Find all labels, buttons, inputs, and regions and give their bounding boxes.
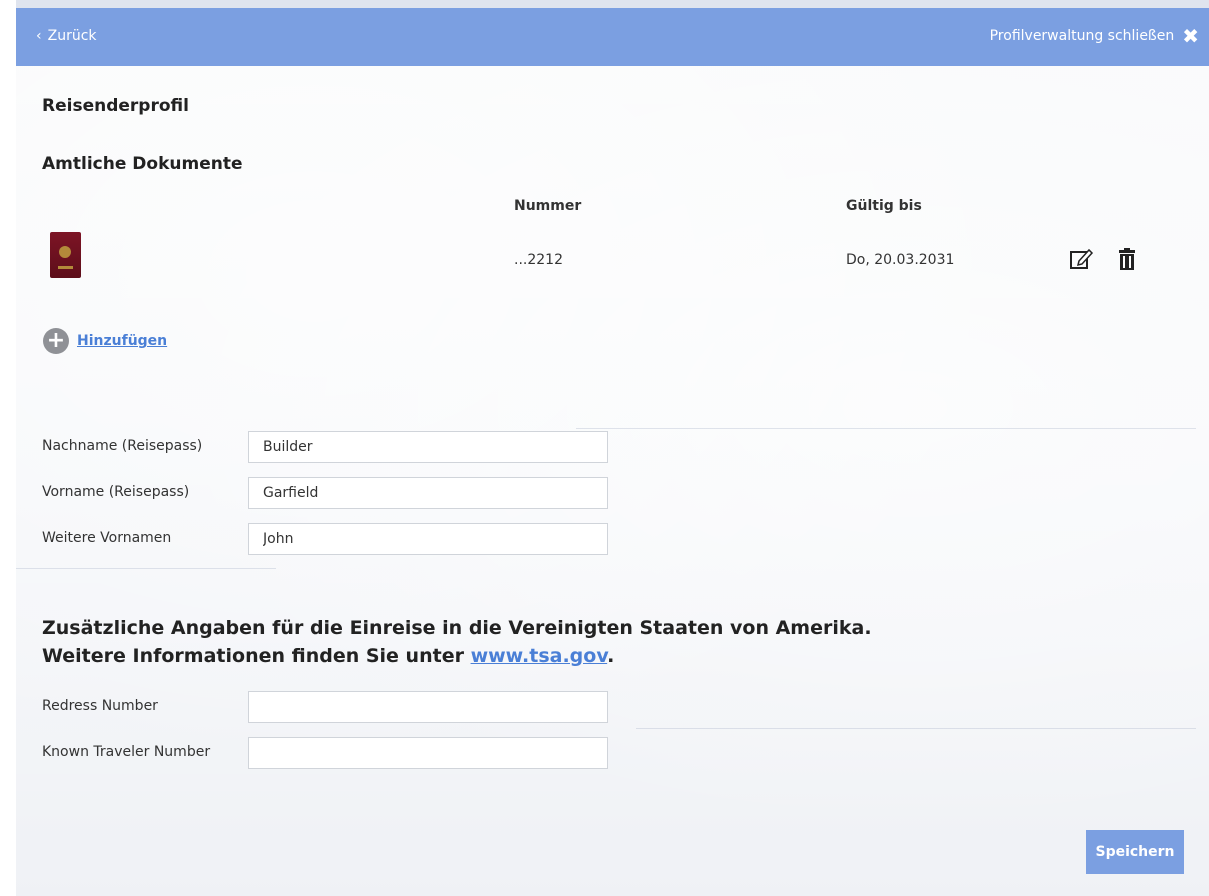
add-document-row[interactable]: + Hinzufügen (43, 328, 167, 354)
document-number: ...2212 (514, 252, 563, 268)
back-label: Zurück (47, 28, 97, 44)
column-header-number: Nummer (514, 198, 582, 214)
close-profile-button[interactable]: Profilverwaltung schließen ✖ (990, 26, 1199, 46)
passport-emblem (59, 246, 71, 258)
us-info-prefix: Weitere Informationen finden Sie unter (42, 645, 471, 667)
last-name-label: Nachname (Reisepass) (42, 438, 203, 454)
close-label: Profilverwaltung schließen (989, 28, 1175, 44)
save-button[interactable]: Speichern (1086, 830, 1184, 874)
passport-text-mark (58, 266, 73, 269)
middle-names-input[interactable] (248, 523, 608, 555)
document-valid-until: Do, 20.03.2031 (846, 252, 955, 268)
first-name-label: Vorname (Reisepass) (42, 484, 190, 500)
left-edge (0, 0, 16, 896)
middle-names-label: Weitere Vornamen (42, 530, 172, 546)
redress-number-label: Redress Number (42, 698, 158, 714)
passport-icon (50, 232, 81, 278)
chevron-left-icon: ‹ (36, 28, 42, 44)
edit-pencil-icon[interactable] (1068, 246, 1094, 272)
profile-panel: ‹ Zurück Profilverwaltung schließen ✖ Rei… (16, 8, 1209, 896)
trash-icon[interactable] (1114, 246, 1140, 272)
us-entry-info: Zusätzliche Angaben für die Einreise in … (42, 614, 872, 670)
known-traveler-number-label: Known Traveler Number (42, 744, 211, 760)
last-name-input[interactable] (248, 431, 608, 463)
us-info-line1: Zusätzliche Angaben für die Einreise in … (42, 617, 872, 639)
edit-icon-svg (1070, 248, 1094, 269)
known-traveler-number-input[interactable] (248, 737, 608, 769)
top-bar: ‹ Zurück Profilverwaltung schließen ✖ (16, 8, 1209, 66)
redress-number-input[interactable] (248, 691, 608, 723)
plus-circle-icon[interactable]: + (43, 328, 69, 354)
add-document-link[interactable]: Hinzufügen (77, 333, 167, 349)
us-info-suffix: . (607, 645, 615, 667)
tsa-link[interactable]: www.tsa.gov (471, 645, 608, 667)
us-info-line2: Weitere Informationen finden Sie unter w… (42, 642, 872, 670)
column-header-valid-until: Gültig bis (846, 198, 922, 214)
page-title: Reisenderprofil (42, 96, 189, 116)
back-button[interactable]: ‹ Zurück (36, 28, 97, 44)
trash-icon-svg (1119, 248, 1135, 270)
main-content: Reisenderprofil Amtliche Dokumente Numme… (16, 66, 1209, 896)
first-name-input[interactable] (248, 477, 608, 509)
close-x-icon: ✖ (1182, 24, 1199, 48)
documents-heading: Amtliche Dokumente (42, 154, 243, 174)
